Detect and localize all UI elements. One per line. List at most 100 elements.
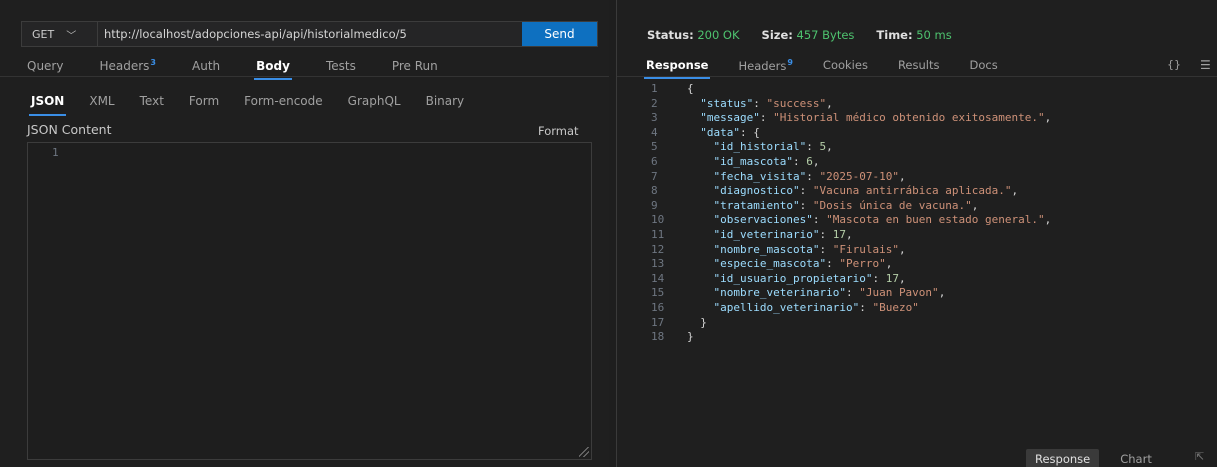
tab-body[interactable]: Body <box>254 58 292 80</box>
code-token: "nombre_veterinario" <box>713 286 846 300</box>
request-panel: GET ﹀ Send Query Headers3 Auth Body Tests Pre… <box>0 0 609 467</box>
body-tab-text[interactable]: Text <box>140 94 164 108</box>
code-token: , <box>1044 111 1052 125</box>
response-panel: Status: 200 OK Size: 457 Bytes Time: 50 … <box>617 0 1217 467</box>
line-number: 13 <box>651 257 665 271</box>
expand-icon[interactable]: ⇱ <box>1195 450 1204 463</box>
tab-label: Docs <box>969 58 998 73</box>
body-tab-form[interactable]: Form <box>189 94 219 108</box>
code-token: , <box>845 227 853 241</box>
code-token: "apellido_veterinario" <box>713 300 860 314</box>
tab-label: Headers <box>738 58 787 73</box>
code-token: "Dosis única de vacuna." <box>812 198 972 212</box>
code-token: : <box>819 227 833 241</box>
code-token: : <box>812 213 827 227</box>
response-tab-docs[interactable]: Docs <box>969 58 997 72</box>
code-token: , <box>1044 213 1052 227</box>
body-tab-xml[interactable]: XML <box>89 94 114 108</box>
code-line: 3 "message": "Historial médico obtenido … <box>651 111 1051 126</box>
tab-label: Pre Run <box>391 58 438 73</box>
tab-label: Body <box>256 58 290 73</box>
tab-query[interactable]: Query <box>27 59 63 73</box>
tab-label: Headers <box>99 59 150 73</box>
response-view-tabs: Response Chart <box>1026 449 1161 467</box>
code-text: "data": { <box>687 126 760 141</box>
line-number: 3 <box>651 111 658 125</box>
code-token: "Mascota en buen estado general." <box>826 213 1045 227</box>
resize-grip-icon[interactable] <box>579 447 589 457</box>
tab-headers[interactable]: Headers3 <box>99 58 156 73</box>
code-token: , <box>971 198 979 212</box>
code-token: "Buezo" <box>872 300 919 314</box>
code-token: "Vacuna antirrábica aplicada." <box>812 184 1012 198</box>
body-tab-graphql[interactable]: GraphQL <box>348 94 401 108</box>
code-token: : <box>859 300 873 314</box>
hamburger-icon[interactable]: ☰ <box>1200 58 1211 72</box>
code-line: 1{ <box>651 82 1051 97</box>
body-tab-json[interactable]: JSON <box>28 94 67 116</box>
method-select[interactable]: GET ﹀ <box>22 22 98 46</box>
json-content-label: JSON Content <box>27 122 112 137</box>
status-label: Status: <box>647 28 694 42</box>
line-number: 4 <box>651 125 658 139</box>
send-button[interactable]: Send <box>522 22 597 46</box>
line-number: 15 <box>651 286 665 300</box>
code-token: , <box>1011 184 1019 198</box>
tab-tests[interactable]: Tests <box>326 59 356 73</box>
response-tab-response[interactable]: Response <box>643 58 711 80</box>
view-tab-chart[interactable]: Chart <box>1111 449 1161 467</box>
tab-label: Tests <box>325 58 356 73</box>
json-editor[interactable]: 1 <box>27 142 592 460</box>
code-token: : <box>753 96 767 110</box>
line-number: 6 <box>651 154 658 168</box>
code-text: "id_mascota": 6, <box>687 154 820 170</box>
response-tab-headers[interactable]: Headers9 <box>738 58 792 73</box>
response-tab-results[interactable]: Results <box>898 58 940 72</box>
code-token: "Historial médico obtenido exitosamente.… <box>773 111 1045 125</box>
code-token: "data" <box>700 125 740 139</box>
code-text: "observaciones": "Mascota en buen estado… <box>687 213 1052 228</box>
body-tab-binary[interactable]: Binary <box>426 94 465 108</box>
code-token: : <box>792 154 807 168</box>
tab-pre-run[interactable]: Pre Run <box>392 59 438 73</box>
code-token: : <box>799 198 813 212</box>
code-token: "especie_mascota" <box>713 257 827 271</box>
code-line: 8 "diagnostico": "Vacuna antirrábica apl… <box>651 184 1051 199</box>
url-bar: GET ﹀ Send <box>21 21 598 47</box>
status-value: 200 OK <box>697 28 740 42</box>
code-token: "observaciones" <box>713 213 813 227</box>
code-line: 2 "status": "success", <box>651 97 1051 112</box>
code-token: : <box>806 140 820 154</box>
code-text: "status": "success", <box>687 96 832 112</box>
code-text: "fecha_visita": "2025-07-10", <box>687 170 906 185</box>
tab-label: Form-encode <box>244 94 323 108</box>
code-line: 6 "id_mascota": 6, <box>651 155 1051 170</box>
code-token: { <box>687 82 694 95</box>
format-button[interactable]: Format <box>538 124 579 138</box>
response-tab-cookies[interactable]: Cookies <box>823 58 868 72</box>
code-text: "tratamiento": "Dosis única de vacuna.", <box>687 198 979 214</box>
code-text: "message": "Historial médico obtenido ex… <box>687 111 1051 126</box>
code-text: "apellido_veterinario": "Buezo" <box>687 301 919 316</box>
code-line: 17 } <box>651 316 1051 331</box>
view-tab-response[interactable]: Response <box>1026 449 1100 467</box>
tab-auth[interactable]: Auth <box>192 59 220 73</box>
tab-badge: 3 <box>150 58 156 67</box>
tab-label: GraphQL <box>347 94 401 108</box>
tab-label: Form <box>188 94 220 108</box>
body-type-tabs: JSON XML Text Form Form-encode GraphQL Binary <box>28 94 489 116</box>
tab-label: Chart <box>1120 452 1152 466</box>
code-token: "status" <box>700 96 754 110</box>
code-token: } <box>687 330 694 344</box>
braces-icon[interactable]: {} <box>1167 58 1181 71</box>
url-input[interactable] <box>98 22 522 46</box>
line-number: 8 <box>651 184 658 198</box>
body-tab-form-encode[interactable]: Form-encode <box>244 94 323 108</box>
code-token: "diagnostico" <box>713 184 800 198</box>
code-token: "nombre_mascota" <box>713 242 820 256</box>
code-token: "id_mascota" <box>713 154 793 168</box>
tab-label: Auth <box>192 58 221 73</box>
code-token: : <box>799 184 813 198</box>
code-text: "id_usuario_propietario": 17, <box>687 272 906 287</box>
line-number: 10 <box>651 213 665 227</box>
